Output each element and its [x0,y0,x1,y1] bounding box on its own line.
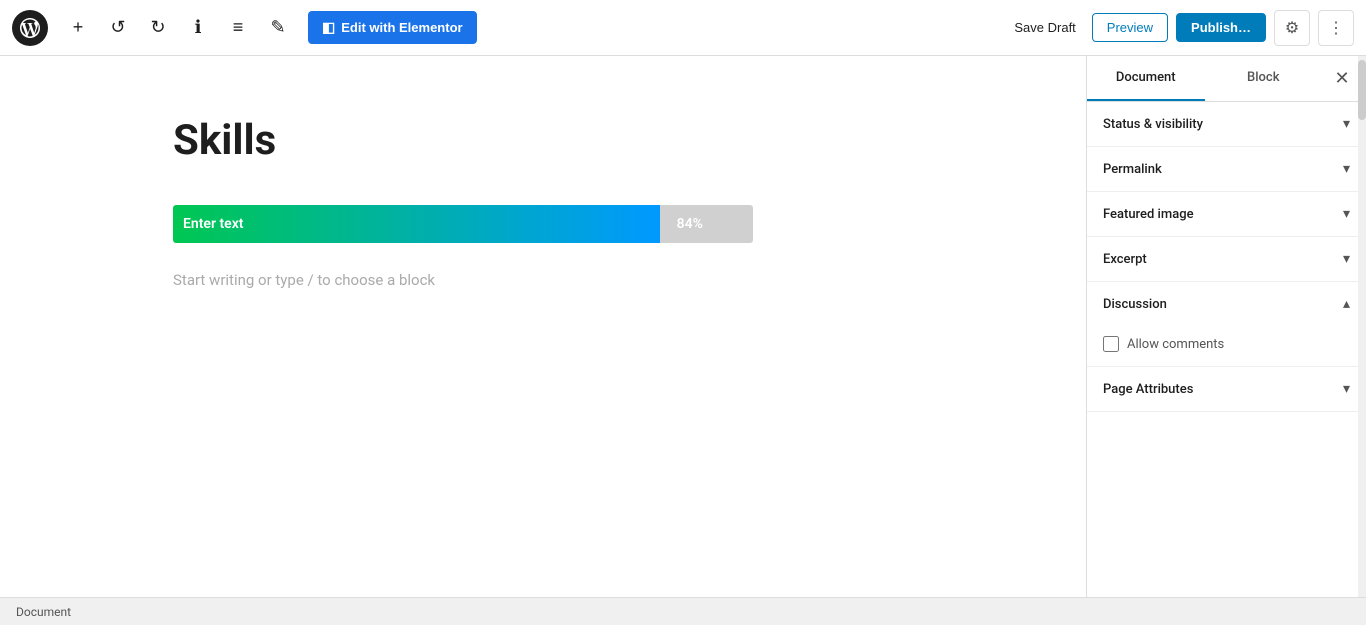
sidebar: Document Block ✕ Status & visibility ▾ P… [1086,56,1366,597]
status-bar-label: Document [16,605,71,619]
block-editor-button[interactable]: ✎ [260,10,296,46]
chevron-up-icon: ▴ [1343,296,1350,312]
progress-bar-block[interactable]: Enter text 84% [173,205,913,243]
more-options-button[interactable]: ⋮ [1318,10,1354,46]
post-title[interactable]: Skills [173,116,913,165]
wordpress-logo[interactable] [12,10,48,46]
undo-button[interactable]: ↺ [100,10,136,46]
info-button[interactable]: ℹ [180,10,216,46]
toolbar: + ↺ ↻ ℹ ≡ ✎ ◧ Edit with Elementor Save D… [0,0,1366,56]
editor-canvas[interactable]: Skills Enter text 84% Start writing or t… [0,56,1086,597]
add-block-button[interactable]: + [60,10,96,46]
chevron-down-icon-2: ▾ [1343,161,1350,177]
section-page-attributes-label: Page Attributes [1103,382,1193,397]
chevron-down-icon: ▾ [1343,116,1350,132]
progress-bar-container: Enter text 84% [173,205,753,243]
section-page-attributes-header[interactable]: Page Attributes ▾ [1087,367,1366,411]
section-discussion-header[interactable]: Discussion ▴ [1087,282,1366,326]
sidebar-close-button[interactable]: ✕ [1322,59,1362,99]
section-featured-image: Featured image ▾ [1087,192,1366,237]
section-excerpt-label: Excerpt [1103,252,1147,267]
sidebar-scroll-thumb[interactable] [1358,60,1366,120]
status-bar: Document [0,597,1366,625]
tab-document[interactable]: Document [1087,56,1205,101]
allow-comments-checkbox[interactable] [1103,336,1119,352]
chevron-down-icon-3: ▾ [1343,206,1350,222]
section-discussion: Discussion ▴ Allow comments [1087,282,1366,367]
canvas-inner: Skills Enter text 84% Start writing or t… [93,56,993,357]
section-status-visibility-label: Status & visibility [1103,117,1203,132]
elementor-icon: ◧ [322,19,335,36]
main-area: Skills Enter text 84% Start writing or t… [0,56,1366,597]
allow-comments-label: Allow comments [1127,337,1224,352]
section-discussion-body: Allow comments [1087,326,1366,366]
section-status-visibility-header[interactable]: Status & visibility ▾ [1087,102,1366,146]
section-featured-image-header[interactable]: Featured image ▾ [1087,192,1366,236]
preview-button[interactable]: Preview [1092,13,1168,42]
progress-bar-percent: 84% [677,216,703,232]
settings-button[interactable]: ⚙ [1274,10,1310,46]
section-permalink: Permalink ▾ [1087,147,1366,192]
redo-button[interactable]: ↻ [140,10,176,46]
tab-block[interactable]: Block [1205,56,1323,101]
sidebar-body: Status & visibility ▾ Permalink ▾ Featur… [1087,102,1366,597]
sidebar-wrapper: Document Block ✕ Status & visibility ▾ P… [1086,56,1366,597]
section-excerpt-header[interactable]: Excerpt ▾ [1087,237,1366,281]
section-permalink-label: Permalink [1103,162,1162,177]
section-status-visibility: Status & visibility ▾ [1087,102,1366,147]
toolbar-right: Save Draft Preview Publish… ⚙ ⋮ [1006,10,1354,46]
allow-comments-row: Allow comments [1103,336,1350,352]
chevron-down-icon-5: ▾ [1343,381,1350,397]
save-draft-button[interactable]: Save Draft [1006,14,1083,41]
chevron-down-icon-4: ▾ [1343,251,1350,267]
publish-button[interactable]: Publish… [1176,13,1266,42]
start-writing-placeholder[interactable]: Start writing or type / to choose a bloc… [173,263,913,297]
sidebar-header: Document Block ✕ [1087,56,1366,102]
progress-bar-fill: Enter text [173,205,660,243]
edit-elementor-button[interactable]: ◧ Edit with Elementor [308,11,477,44]
sidebar-scroll-track [1358,56,1366,597]
section-featured-image-label: Featured image [1103,207,1194,222]
section-permalink-header[interactable]: Permalink ▾ [1087,147,1366,191]
section-discussion-label: Discussion [1103,297,1167,312]
progress-bar-text[interactable]: Enter text [173,216,244,232]
edit-elementor-label: Edit with Elementor [341,20,462,35]
section-excerpt: Excerpt ▾ [1087,237,1366,282]
section-page-attributes: Page Attributes ▾ [1087,367,1366,412]
list-view-button[interactable]: ≡ [220,10,256,46]
